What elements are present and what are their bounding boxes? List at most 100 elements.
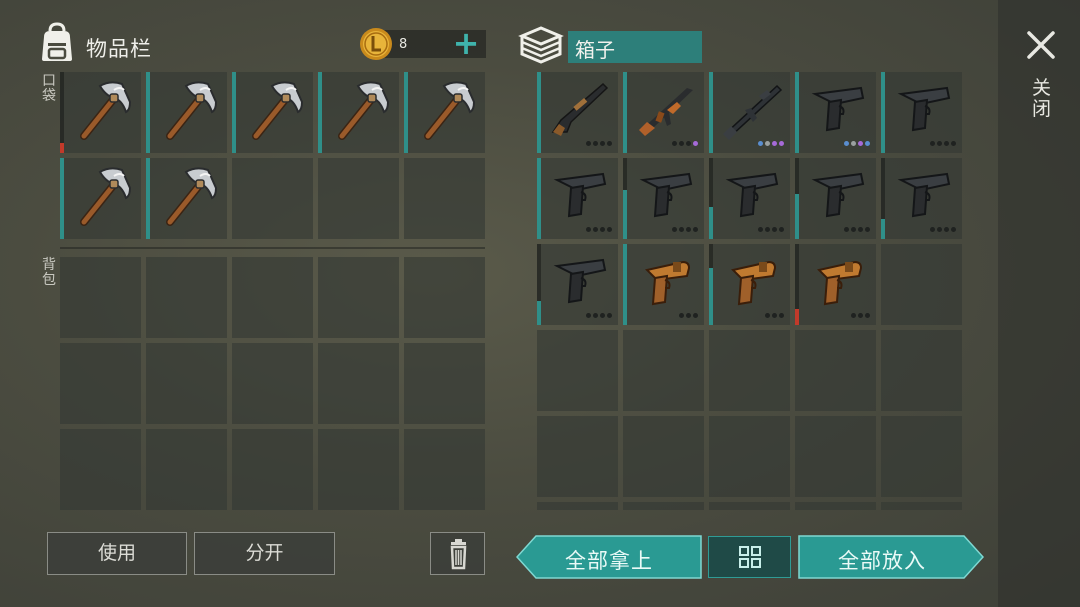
backpack-empty-slot[interactable] xyxy=(232,257,313,338)
pocket-empty-slot[interactable] xyxy=(318,158,399,239)
box-empty-slot[interactable] xyxy=(795,502,876,510)
backpack-empty-slot[interactable] xyxy=(318,257,399,338)
box-empty-slot[interactable] xyxy=(537,416,618,497)
backpack-empty-slot[interactable] xyxy=(60,429,141,510)
pocket-slot[interactable] xyxy=(404,72,485,153)
attachment-dots xyxy=(586,227,612,232)
backpack-empty-slot[interactable] xyxy=(232,429,313,510)
close-icon[interactable] xyxy=(1024,28,1058,62)
box-slot[interactable] xyxy=(881,72,962,153)
durability-bar xyxy=(709,244,713,325)
pickaxe-icon xyxy=(242,76,308,142)
use-button[interactable]: 使用 xyxy=(47,532,187,575)
box-grid xyxy=(537,72,962,510)
layout-toggle-button[interactable] xyxy=(708,536,791,578)
backpack-empty-slot[interactable] xyxy=(146,429,227,510)
coin-count: 8 xyxy=(399,37,408,52)
attachment-dot xyxy=(858,141,863,146)
pocket-slot[interactable] xyxy=(60,158,141,239)
delete-button[interactable] xyxy=(430,532,485,575)
box-empty-slot[interactable] xyxy=(881,416,962,497)
backpack-empty-slot[interactable] xyxy=(60,257,141,338)
box-slot[interactable] xyxy=(795,72,876,153)
box-empty-slot[interactable] xyxy=(623,330,704,411)
durability-fill xyxy=(146,158,150,239)
split-button[interactable]: 分开 xyxy=(194,532,335,575)
attachment-dot xyxy=(779,141,784,146)
attachment-dot xyxy=(951,141,956,146)
backpack-empty-slot[interactable] xyxy=(318,343,399,424)
durability-bar xyxy=(881,158,885,239)
pocket-empty-slot[interactable] xyxy=(404,158,485,239)
add-coins-button[interactable]: + xyxy=(451,27,481,59)
durability-fill xyxy=(709,72,713,153)
box-slot[interactable] xyxy=(795,244,876,325)
inventory-title: 物品栏 xyxy=(86,37,152,61)
put-all-button[interactable]: 全部放入 xyxy=(798,535,984,579)
box-empty-slot[interactable] xyxy=(881,244,962,325)
pocket-slot[interactable] xyxy=(146,158,227,239)
assault-rifle-icon xyxy=(719,76,785,142)
box-slot[interactable] xyxy=(623,72,704,153)
durability-fill xyxy=(537,72,541,153)
attachment-dot xyxy=(693,313,698,318)
box-empty-slot[interactable] xyxy=(881,330,962,411)
backpack-empty-slot[interactable] xyxy=(404,429,485,510)
grid-layout-icon xyxy=(739,546,761,568)
box-slot[interactable] xyxy=(709,158,790,239)
box-slot[interactable] xyxy=(623,244,704,325)
backpack-empty-slot[interactable] xyxy=(404,257,485,338)
box-slot[interactable] xyxy=(795,158,876,239)
backpack-empty-slot[interactable] xyxy=(60,343,141,424)
attachment-dot xyxy=(593,313,598,318)
attachment-dot xyxy=(600,141,605,146)
box-empty-slot[interactable] xyxy=(881,502,962,510)
box-empty-slot[interactable] xyxy=(795,330,876,411)
attachment-dots xyxy=(844,227,870,232)
close-label[interactable]: 关闭 xyxy=(1032,78,1052,120)
backpack-grid xyxy=(60,257,485,510)
attachment-dots xyxy=(672,227,698,232)
box-empty-slot[interactable] xyxy=(623,416,704,497)
attachment-dot xyxy=(600,227,605,232)
pistol-icon xyxy=(891,162,957,228)
box-empty-slot[interactable] xyxy=(623,502,704,510)
pocket-slot[interactable] xyxy=(146,72,227,153)
box-slot[interactable] xyxy=(537,244,618,325)
durability-bar xyxy=(623,244,627,325)
attachment-dot xyxy=(607,227,612,232)
pocket-empty-slot[interactable] xyxy=(232,158,313,239)
box-slot[interactable] xyxy=(537,72,618,153)
pocket-slot[interactable] xyxy=(232,72,313,153)
put-all-label: 全部放入 xyxy=(838,549,926,573)
attachment-dot xyxy=(586,227,591,232)
pocket-grid xyxy=(60,72,485,239)
box-slot[interactable] xyxy=(709,244,790,325)
box-slot[interactable] xyxy=(537,158,618,239)
box-empty-slot[interactable] xyxy=(709,502,790,510)
backpack-icon xyxy=(42,22,72,61)
pistol-icon xyxy=(633,162,699,228)
shotgun-icon xyxy=(547,76,613,142)
backpack-empty-slot[interactable] xyxy=(232,343,313,424)
box-empty-slot[interactable] xyxy=(709,416,790,497)
pocket-slot[interactable] xyxy=(318,72,399,153)
box-empty-slot[interactable] xyxy=(537,502,618,510)
backpack-empty-slot[interactable] xyxy=(146,257,227,338)
box-icon xyxy=(518,26,564,64)
pocket-slot[interactable] xyxy=(60,72,141,153)
pistol-icon xyxy=(891,76,957,142)
box-empty-slot[interactable] xyxy=(537,330,618,411)
box-slot[interactable] xyxy=(881,158,962,239)
attachment-dot xyxy=(607,141,612,146)
box-empty-slot[interactable] xyxy=(709,330,790,411)
attachment-dots xyxy=(930,227,956,232)
backpack-empty-slot[interactable] xyxy=(404,343,485,424)
attachment-dot xyxy=(679,227,684,232)
box-slot[interactable] xyxy=(623,158,704,239)
box-slot[interactable] xyxy=(709,72,790,153)
backpack-empty-slot[interactable] xyxy=(146,343,227,424)
take-all-button[interactable]: 全部拿上 xyxy=(516,535,702,579)
box-empty-slot[interactable] xyxy=(795,416,876,497)
backpack-empty-slot[interactable] xyxy=(318,429,399,510)
